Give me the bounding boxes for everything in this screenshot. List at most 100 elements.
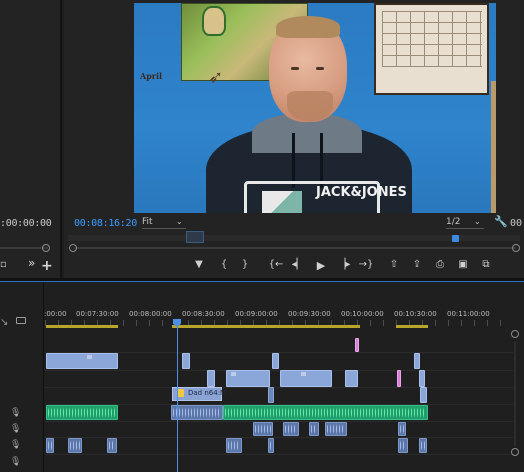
chevron-down-icon[interactable]: ⌄ <box>176 217 183 226</box>
program-zoom-thumb[interactable] <box>186 231 204 243</box>
audio-waveform <box>311 424 317 434</box>
audio-clip[interactable] <box>398 438 408 453</box>
video-clip[interactable] <box>419 370 425 387</box>
video-clip[interactable] <box>182 353 190 369</box>
video-clip[interactable] <box>46 353 118 369</box>
timeline-playhead-line[interactable] <box>177 326 178 472</box>
program-duration-timecode: 00 <box>510 218 523 229</box>
source-more-controls-icon[interactable]: » <box>28 256 35 270</box>
play-button[interactable]: ▶ <box>314 259 328 272</box>
comparison-view-button[interactable]: ▣ <box>456 259 470 270</box>
voiceover-mic-icon[interactable]: 🎙 <box>10 457 21 467</box>
video-clip[interactable] <box>226 370 270 387</box>
video-clip[interactable] <box>272 353 279 369</box>
program-scrub-start-knob[interactable] <box>69 244 77 252</box>
audio-clip[interactable] <box>226 438 242 453</box>
graphic-clip-label: Dad n64:M <box>188 389 227 397</box>
ruler-label: 00:09:00:00 <box>235 310 278 318</box>
voiceover-mic-icon[interactable]: 🎙 <box>10 424 21 434</box>
step-back-button[interactable]: ◂▏ <box>291 259 305 270</box>
audio-waveform <box>285 424 297 434</box>
audio-clip[interactable] <box>46 438 54 453</box>
audio-clip[interactable] <box>46 405 118 420</box>
step-forward-button[interactable]: ▕▸ <box>337 259 351 270</box>
ruler-label: 00:11:00:00 <box>447 310 490 318</box>
audio-waveform <box>255 424 271 434</box>
vertical-scrollbar[interactable] <box>514 342 516 446</box>
audio-clip[interactable] <box>325 422 347 436</box>
work-area-bar[interactable] <box>172 325 360 328</box>
audio-waveform <box>48 407 116 418</box>
poster-figure <box>202 6 226 36</box>
audio-waveform <box>228 440 240 451</box>
program-playhead-marker[interactable] <box>452 235 459 242</box>
person-eye-left <box>291 67 299 70</box>
video-clip[interactable] <box>355 338 359 352</box>
timeline-panel: ↘ 🎙 🎙 🎙 🎙 :00:00 00:07:30:00 00:08:00:00… <box>0 282 524 472</box>
video-clip[interactable] <box>207 370 215 387</box>
scroll-bottom-knob[interactable] <box>511 448 519 456</box>
audio-clip[interactable] <box>398 422 406 436</box>
source-timecode[interactable]: :00:00:00 <box>0 218 52 229</box>
mark-out-button[interactable]: } <box>238 259 252 270</box>
export-frame-button[interactable]: ⎙ <box>433 259 447 270</box>
video-clip[interactable] <box>268 387 274 403</box>
source-scrub-end-knob[interactable] <box>42 244 50 252</box>
source-scrub-bar[interactable] <box>0 247 48 249</box>
audio-clip[interactable] <box>223 405 428 420</box>
voiceover-mic-icon[interactable]: 🎙 <box>10 408 21 418</box>
calendar-grid <box>382 11 482 67</box>
go-to-in-button[interactable]: {← <box>268 259 284 270</box>
voiceover-mic-icon[interactable]: 🎙 <box>10 440 21 450</box>
track-divider <box>45 387 513 388</box>
source-add-button[interactable]: + <box>41 258 53 274</box>
program-scrub-bar[interactable] <box>74 247 516 249</box>
track-headers: ↘ 🎙 🎙 🎙 🎙 <box>0 282 44 472</box>
button-editor-button[interactable]: ⧉ <box>479 259 493 270</box>
add-marker-button[interactable]: ▼ <box>192 259 206 270</box>
video-clip[interactable] <box>280 370 332 387</box>
ruler-label: 00:07:30:00 <box>76 310 119 318</box>
program-timecode[interactable]: 00:08:16:20 <box>74 218 137 229</box>
graphic-clip-icon <box>177 389 184 397</box>
audio-clip[interactable] <box>419 438 427 453</box>
fx-badge <box>301 372 306 376</box>
source-export-frame-icon[interactable]: ▫ <box>0 259 7 270</box>
video-clip[interactable] <box>414 353 420 369</box>
audio-clip[interactable] <box>171 405 223 420</box>
audio-waveform <box>70 440 80 451</box>
wrench-icon[interactable]: 🔧 <box>494 215 508 228</box>
audio-clip[interactable] <box>283 422 299 436</box>
scroll-top-knob[interactable] <box>511 330 519 338</box>
extract-button[interactable]: ⇪ <box>410 259 424 270</box>
audio-clip[interactable] <box>253 422 273 436</box>
audio-waveform <box>48 440 52 451</box>
person-beard <box>287 91 333 121</box>
video-clip[interactable] <box>345 370 358 387</box>
chevron-down-icon[interactable]: ⌄ <box>474 217 481 226</box>
ruler-label: 00:08:30:00 <box>182 310 225 318</box>
person-hair <box>276 16 340 38</box>
person-eye-right <box>316 67 324 70</box>
program-video-frame[interactable]: April ➶ JACK&JONES <box>134 3 496 213</box>
wrench-icon[interactable]: ↘ <box>0 317 8 328</box>
go-to-out-button[interactable]: →} <box>358 259 374 270</box>
audio-clip[interactable] <box>268 438 274 453</box>
program-scrub-end-knob[interactable] <box>512 244 520 252</box>
video-clip[interactable] <box>397 370 401 387</box>
audio-clip[interactable] <box>68 438 82 453</box>
video-clip[interactable] <box>420 387 427 403</box>
source-monitor-panel: :00:00:00 ▫ » + <box>0 0 62 278</box>
audio-clip[interactable] <box>107 438 117 453</box>
captions-icon[interactable] <box>16 317 26 324</box>
work-area-bar[interactable] <box>46 325 118 328</box>
fx-badge <box>87 355 92 359</box>
mark-in-button[interactable]: { <box>217 259 231 270</box>
audio-clip[interactable] <box>309 422 319 436</box>
work-area-bar[interactable] <box>396 325 428 328</box>
premiere-workspace: :00:00:00 ▫ » + April ➶ JACK&JONES 00:08… <box>0 0 524 472</box>
calendar-month-label: April <box>140 71 163 81</box>
video-right-object <box>491 81 496 213</box>
lift-button[interactable]: ⇧ <box>387 259 401 270</box>
fx-badge <box>231 372 236 376</box>
